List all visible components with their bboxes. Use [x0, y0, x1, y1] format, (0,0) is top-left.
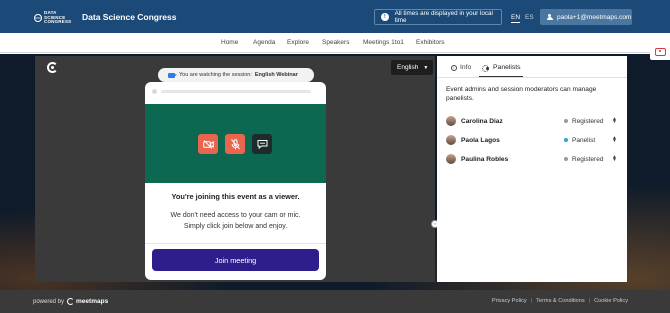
footer: powered by meetmaps Privacy Policy | Ter… — [0, 290, 670, 313]
chat-bubble-icon — [257, 140, 267, 149]
panelist-row: Carolina Diaz Registered ▲ ▼ — [446, 114, 618, 128]
main-nav: Home Agenda Explore Speakers Meetings 1t… — [0, 33, 670, 53]
tab-divider — [437, 77, 627, 78]
meetmaps-brand[interactable]: meetmaps — [76, 298, 108, 305]
avatar — [446, 135, 456, 145]
logo-text: DATA SCIENCE CONGRESS — [44, 10, 72, 25]
language-select[interactable]: English ▼ — [391, 60, 433, 75]
tab-panelists-label: Panelists — [493, 64, 521, 71]
panelist-status: Registered — [572, 155, 604, 163]
tab-panelists[interactable]: Panelists — [482, 64, 521, 72]
watching-session-banner: You are watching the session: English We… — [158, 68, 314, 82]
powered-by: powered by meetmaps — [33, 298, 109, 305]
join-meeting-button[interactable]: Join meeting — [152, 249, 319, 271]
terms-link[interactable]: Terms & Conditions — [536, 298, 585, 304]
nav-meetings[interactable]: Meetings 1to1 — [363, 39, 404, 46]
status-select-chevrons-icon[interactable]: ▲ ▼ — [612, 116, 617, 125]
event-logo[interactable]: DSC DATA SCIENCE CONGRESS — [34, 9, 74, 27]
language-select-value: English — [397, 64, 419, 71]
user-icon — [546, 13, 553, 21]
status-select-chevrons-icon[interactable]: ▲ ▼ — [612, 154, 617, 163]
placeholder-bar — [161, 90, 311, 93]
microphone-off-icon — [230, 138, 240, 149]
side-panel: i Info Panelists Event admins and sessio… — [437, 56, 627, 282]
avatar — [446, 116, 456, 126]
privacy-policy-link[interactable]: Privacy Policy — [492, 298, 527, 304]
users-gear-icon — [482, 64, 490, 72]
panelist-name: Carolina Diaz — [461, 117, 503, 125]
placeholder-dot — [152, 89, 157, 94]
user-email: paola+1@meetmaps.com — [557, 13, 632, 21]
alert-icon: ! — [381, 13, 389, 21]
panelist-name: Paola Lagos — [461, 136, 500, 144]
link-separator: | — [530, 298, 533, 304]
microphone-off-button[interactable] — [225, 134, 245, 154]
join-dialog: You're joining this event as a viewer. W… — [145, 82, 326, 280]
status-dot — [564, 138, 568, 142]
panelist-status: Panelist — [572, 136, 596, 144]
panelist-row: Paulina Robles Registered ▲ ▼ — [446, 152, 618, 166]
link-separator: | — [588, 298, 591, 304]
dialog-body: You're joining this event as a viewer. W… — [145, 183, 326, 244]
footer-links: Privacy Policy | Terms & Conditions | Co… — [492, 298, 628, 304]
session-stage: English ▼ ⇔ i Info Panelists Event admin… — [0, 54, 670, 290]
camera-off-icon — [202, 139, 214, 149]
dialog-divider — [145, 243, 326, 244]
logo-badge: DSC — [34, 14, 42, 22]
video-preview — [145, 104, 326, 183]
avatar — [446, 154, 456, 164]
panelist-row: Paola Lagos Panelist ▲ ▼ — [446, 133, 618, 147]
nav-home[interactable]: Home — [221, 39, 238, 46]
floating-side-button[interactable] — [650, 44, 670, 60]
nav-agenda[interactable]: Agenda — [253, 39, 275, 46]
watching-session-name: English Webinar — [254, 72, 298, 78]
timezone-notice-text: All times are displayed in your local ti… — [394, 10, 493, 24]
meetmaps-logo-icon — [47, 62, 58, 73]
top-header: DSC DATA SCIENCE CONGRESS Data Science C… — [0, 0, 670, 33]
chat-button[interactable] — [252, 134, 272, 154]
watching-prefix: You are watching the session: — [179, 72, 252, 78]
user-menu-button[interactable]: paola+1@meetmaps.com — [540, 9, 632, 25]
camera-off-button[interactable] — [198, 134, 218, 154]
panelist-name: Paulina Robles — [461, 155, 509, 163]
language-en-button[interactable]: EN — [511, 14, 521, 23]
dialog-toolbar — [145, 82, 326, 104]
help-icon — [654, 48, 666, 56]
nav-explore[interactable]: Explore — [287, 39, 309, 46]
nav-speakers[interactable]: Speakers — [322, 39, 349, 46]
dialog-heading: You're joining this event as a viewer. — [171, 192, 300, 201]
timezone-notice: ! All times are displayed in your local … — [374, 9, 502, 25]
panelist-status: Registered — [572, 117, 604, 125]
chevron-down-icon: ▼ — [423, 64, 429, 71]
panel-note: Event admins and session moderators can … — [446, 86, 597, 102]
tab-info[interactable]: i Info — [451, 64, 471, 71]
status-dot — [564, 157, 568, 161]
video-camera-icon — [168, 72, 177, 78]
info-icon: i — [451, 64, 457, 71]
status-dot — [564, 119, 568, 123]
event-title: Data Science Congress — [82, 12, 177, 22]
meetmaps-logo-icon — [67, 298, 75, 305]
status-select-chevrons-icon[interactable]: ▲ ▼ — [612, 135, 617, 144]
cookie-policy-link[interactable]: Cookie Policy — [594, 298, 628, 304]
dialog-message: We don't need access to your cam or mic.… — [170, 212, 301, 230]
language-es-button[interactable]: ES — [525, 14, 534, 21]
nav-exhibitors[interactable]: Exhibitors — [416, 39, 445, 46]
tab-info-label: Info — [460, 64, 472, 71]
